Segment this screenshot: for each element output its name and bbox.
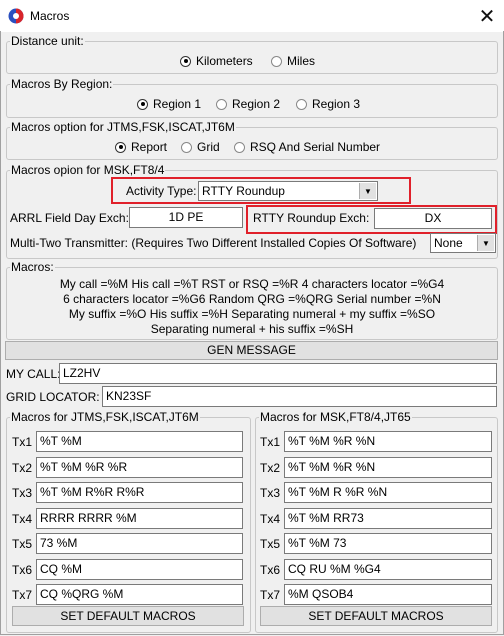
radio-region-3-indicator [296,98,307,110]
radio-region-2-indicator [216,98,227,110]
radio-region-2[interactable]: Region 2 [216,97,280,111]
distance-unit-legend: Distance unit: [11,34,84,48]
jtms-tx7-input[interactable]: CQ %QRG %M [36,584,243,605]
msk-tx3-label: Tx3 [260,486,281,500]
jtms-tx6-input[interactable]: CQ %M [36,558,243,580]
macros-help-line-3: My suffix =%O His suffix =%H Separating … [68,307,436,321]
msk-tx6-label: Tx6 [260,562,281,577]
msk-tx5-label: Tx5 [260,537,281,551]
radio-rsq-serial-label: RSQ And Serial Number [250,140,381,154]
radio-miles-indicator [271,55,282,67]
jtms-tx7-label: Tx7 [12,588,33,602]
radio-region-1-indicator [137,98,148,110]
msk-set-default-button[interactable]: SET DEFAULT MACROS [260,606,492,626]
grid-locator-label: GRID LOCATOR: [6,390,100,404]
radio-grid[interactable]: Grid [181,140,220,154]
chevron-down-icon[interactable]: ▼ [359,183,376,199]
radio-miles-label: Miles [287,54,316,68]
multi-two-value: None [434,236,463,250]
radio-report-label: Report [131,140,168,154]
macros-help-line-4: Separating numeral + his suffix =%SH [150,322,354,336]
close-icon[interactable]: ✕ [470,0,504,32]
msk-tx5-input[interactable]: %T %M 73 [284,533,492,554]
jtms-tx3-label: Tx3 [12,486,33,500]
radio-miles[interactable]: Miles [271,54,315,68]
chevron-down-icon[interactable]: ▼ [477,235,494,251]
macros-help-line-2: 6 characters locator =%G6 Random QRG =%Q… [63,292,441,306]
msk-tx2-label: Tx2 [260,460,281,475]
multi-two-label: Multi-Two Transmitter: (Requires Two Dif… [10,236,417,250]
radio-report[interactable]: Report [115,140,167,154]
radio-region-1-label: Region 1 [153,97,202,111]
title-bar [0,0,504,32]
app-logo-icon [8,8,24,24]
radio-rsq-serial[interactable]: RSQ And Serial Number [234,140,380,154]
radio-region-3-label: Region 3 [312,97,361,111]
radio-region-3[interactable]: Region 3 [296,97,360,111]
msk-option-legend: Macros opion for MSK,FT8/4 [11,163,165,177]
rtty-roundup-label: RTTY Roundup Exch: [253,211,370,225]
jtms-tx4-input[interactable]: RRRR RRRR %M [36,507,243,529]
macros-by-region-legend: Macros By Region: [11,77,113,91]
jtms-tx1-label: Tx1 [12,435,33,449]
my-call-label: MY CALL: [6,367,61,381]
multi-two-dropdown[interactable]: None ▼ [430,233,496,253]
gen-message-button[interactable]: GEN MESSAGE [5,341,498,360]
radio-grid-label: Grid [197,140,220,154]
jtms-tx2-label: Tx2 [12,460,33,475]
radio-kilometers-label: Kilometers [196,54,253,68]
jtms-option-legend: Macros option for JTMS,FSK,ISCAT,JT6M [11,120,235,134]
msk-tx2-input[interactable]: %T %M %R %N [284,456,492,478]
jtms-macros-legend: Macros for JTMS,FSK,ISCAT,JT6M [11,410,199,424]
jtms-set-default-button[interactable]: SET DEFAULT MACROS [12,606,244,626]
msk-tx7-input[interactable]: %M QSOB4 [284,584,492,605]
activity-type-value: RTTY Roundup [202,184,285,198]
radio-kilometers-indicator [180,55,191,67]
activity-type-dropdown[interactable]: RTTY Roundup ▼ [198,181,378,201]
msk-tx7-label: Tx7 [260,588,281,602]
msk-tx6-input[interactable]: CQ RU %M %G4 [284,558,492,580]
jtms-tx1-input[interactable]: %T %M [36,431,243,452]
jtms-tx5-label: Tx5 [12,537,33,551]
macros-help-line-1: My call =%M His call =%T RST or RSQ =%R … [59,277,445,291]
arrl-field-day-input[interactable]: 1D PE [129,207,243,228]
radio-kilometers[interactable]: Kilometers [180,54,253,68]
jtms-tx6-label: Tx6 [12,562,33,577]
jtms-tx4-label: Tx4 [12,511,33,526]
arrl-field-day-label: ARRL Field Day Exch: [10,211,129,225]
msk-tx1-label: Tx1 [260,435,281,449]
msk-tx1-input[interactable]: %T %M %R %N [284,431,492,452]
jtms-tx3-input[interactable]: %T %M R%R R%R [36,482,243,503]
msk-tx3-input[interactable]: %T %M R %R %N [284,482,492,503]
my-call-input[interactable]: LZ2HV [59,363,497,384]
radio-region-2-label: Region 2 [232,97,281,111]
radio-report-indicator [115,141,126,153]
msk-tx4-input[interactable]: %T %M RR73 [284,507,492,529]
jtms-tx5-input[interactable]: 73 %M [36,533,243,554]
msk-macros-legend: Macros for MSK,FT8/4,JT65 [260,410,411,424]
macros-help-legend: Macros: [11,260,54,274]
window-title: Macros [30,9,70,23]
msk-tx4-label: Tx4 [260,511,281,526]
radio-grid-indicator [181,141,192,153]
jtms-tx2-input[interactable]: %T %M %R %R [36,456,243,478]
rtty-roundup-input[interactable]: DX [374,208,492,229]
radio-region-1[interactable]: Region 1 [137,97,201,111]
radio-rsq-serial-indicator [234,141,245,153]
grid-locator-input[interactable]: KN23SF [102,386,497,407]
activity-type-label: Activity Type: [126,184,197,198]
